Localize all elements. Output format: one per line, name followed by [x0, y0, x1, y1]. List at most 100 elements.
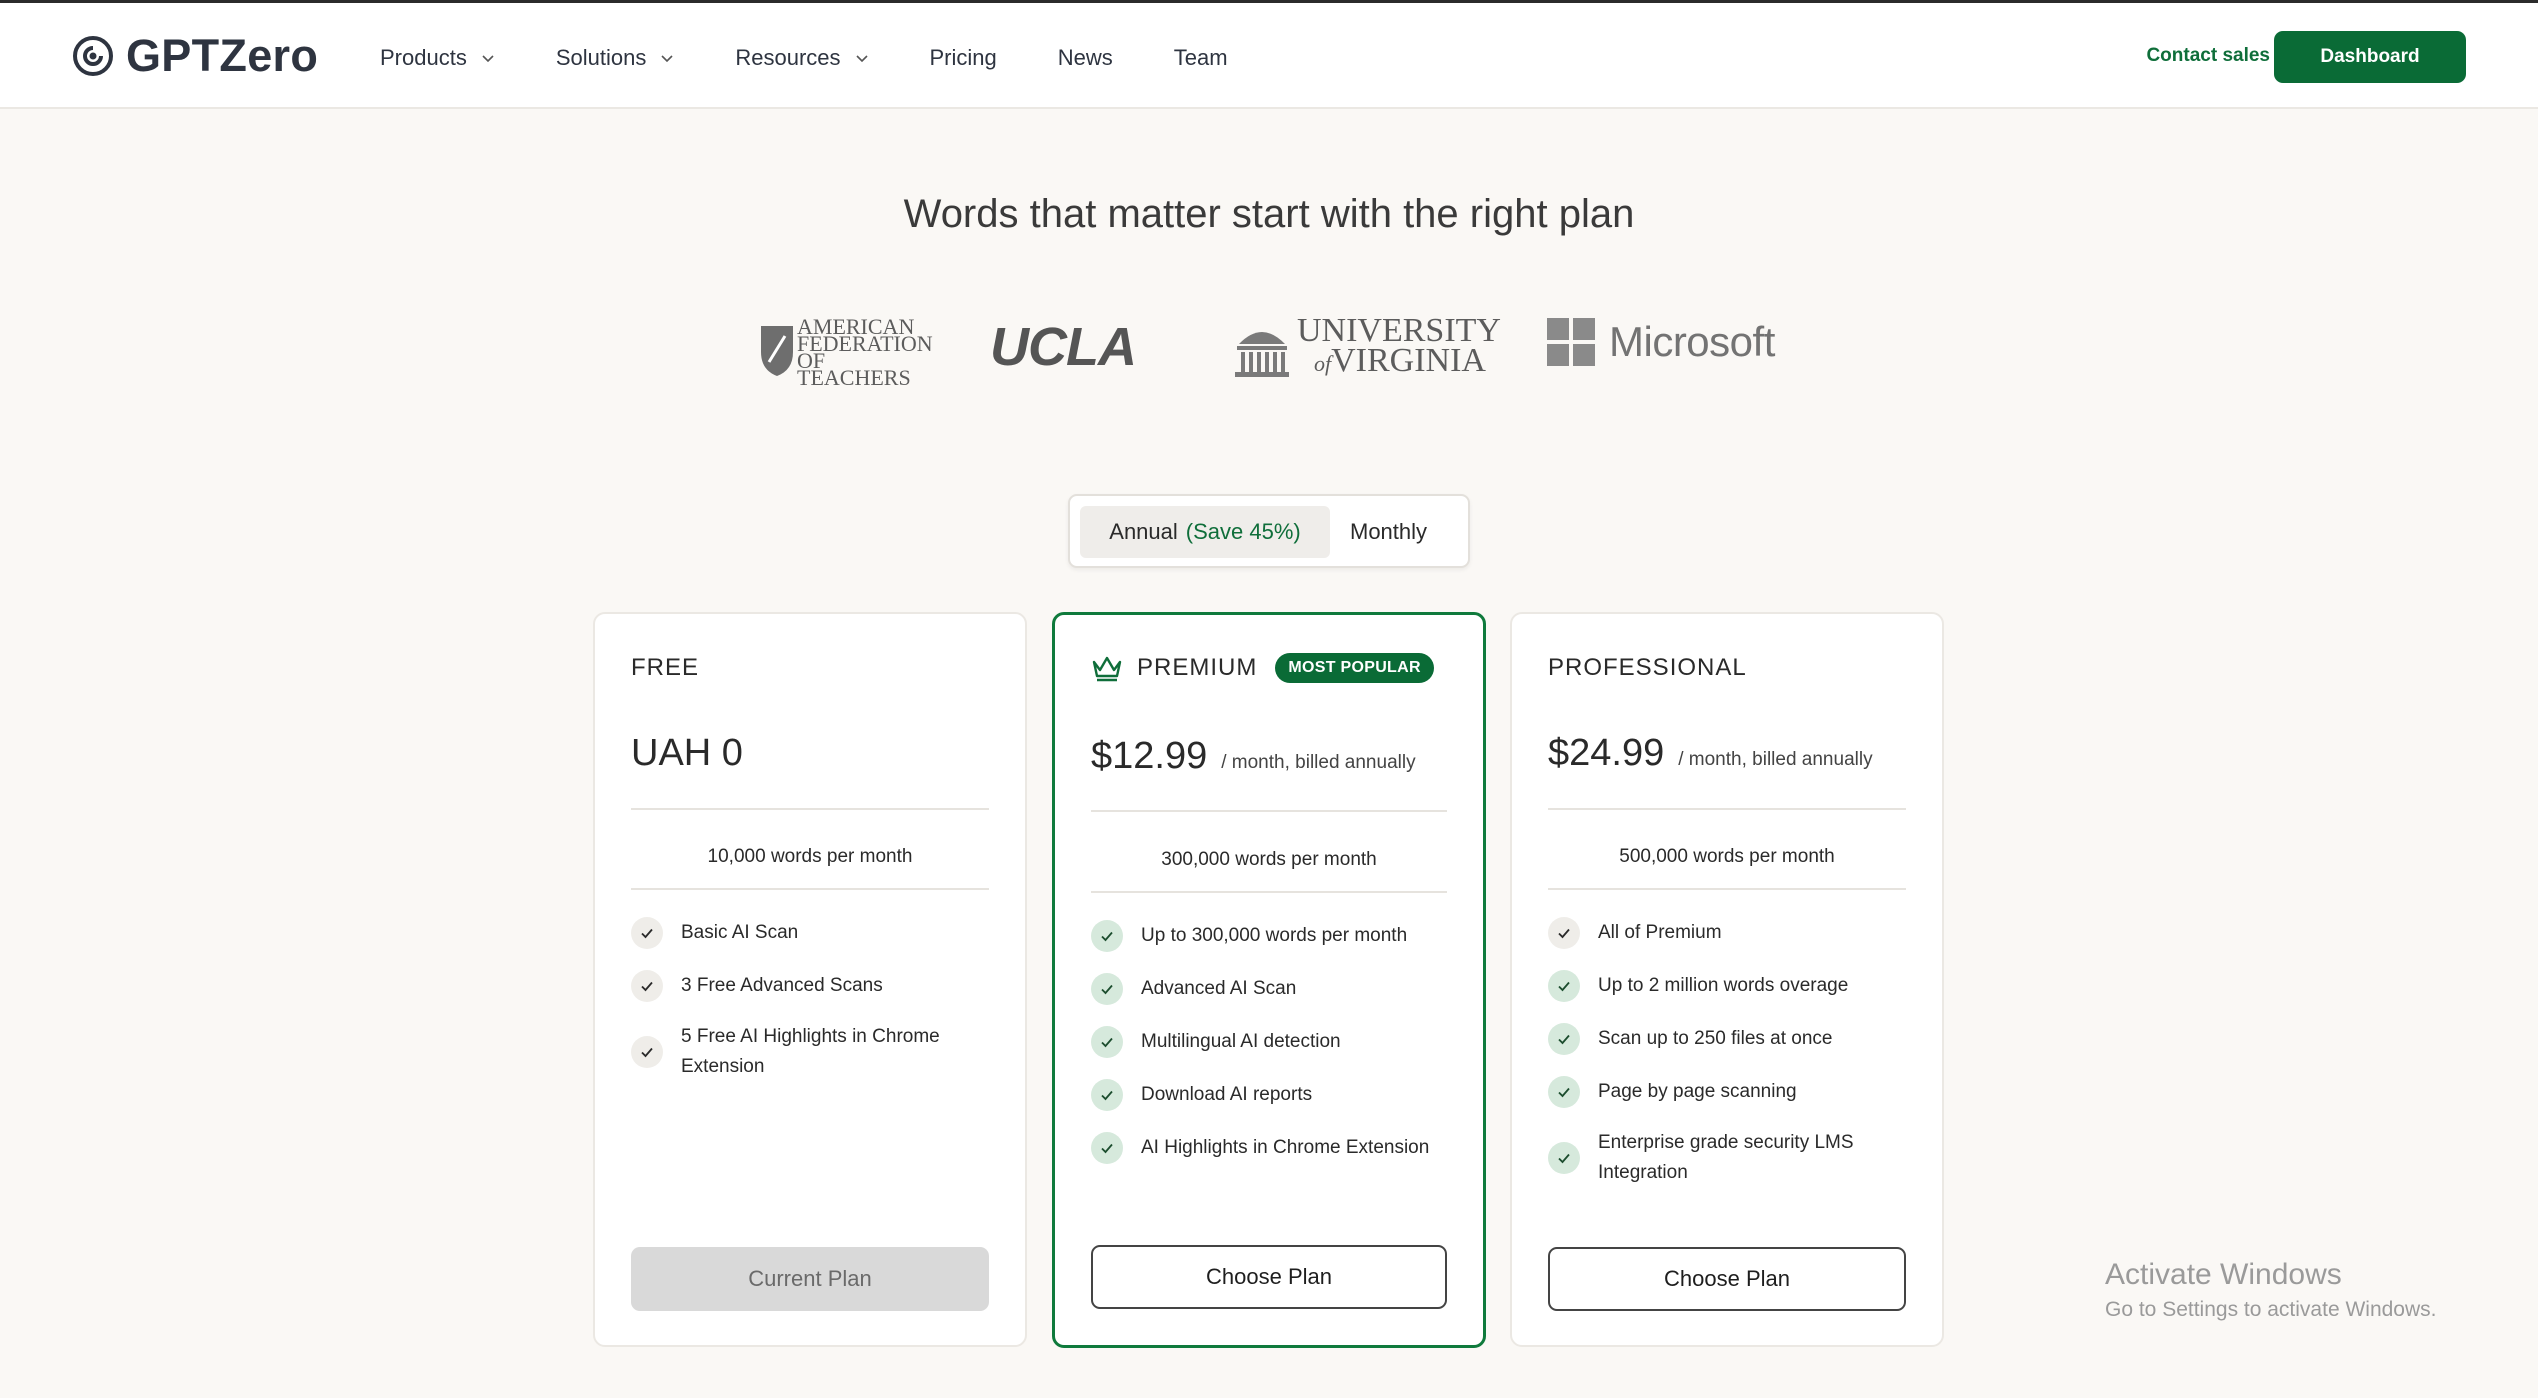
customer-logos: AMERICAN FEDERATION OF TEACHERS UCLA UNIVE…	[755, 310, 1785, 390]
feature-list: All of Premium Up to 2 million words ove…	[1548, 916, 1922, 1207]
billing-annual-option[interactable]: Annual (Save 45%)	[1080, 506, 1330, 558]
check-icon	[1091, 1132, 1123, 1164]
nav-label: Pricing	[929, 45, 997, 70]
feature-item: Up to 2 million words overage	[1548, 969, 1922, 1003]
uva-logo: UNIVERSITY ofVIRGINIA	[1235, 314, 1501, 378]
plan-price: $24.99 / month, billed annually	[1548, 732, 1873, 775]
plan-price: $12.99 / month, billed annually	[1091, 735, 1416, 778]
feature-item: 5 Free AI Highlights in Chrome Extension	[631, 1022, 1005, 1082]
check-icon	[1548, 1076, 1580, 1108]
nav-news[interactable]: News	[1058, 45, 1113, 71]
microsoft-squares-icon	[1547, 318, 1595, 366]
check-icon	[1091, 920, 1123, 952]
feature-text: Download AI reports	[1141, 1084, 1313, 1105]
plan-name: PROFESSIONAL	[1548, 654, 1747, 681]
chevron-down-icon	[855, 55, 868, 63]
nav-team[interactable]: Team	[1174, 45, 1228, 71]
ucla-logo: UCLA	[990, 317, 1137, 377]
feature-text: Up to 2 million words overage	[1598, 975, 1849, 996]
check-icon	[1548, 1023, 1580, 1055]
site-header: GPTZero Products Solutions Resources Pri…	[0, 3, 2538, 109]
divider	[631, 888, 989, 890]
page-title: Words that matter start with the right p…	[903, 192, 1635, 236]
choose-plan-button[interactable]: Choose Plan	[1548, 1247, 1906, 1311]
choose-plan-button[interactable]: Choose Plan	[1091, 1245, 1447, 1309]
nav-products[interactable]: Products	[380, 45, 495, 71]
divider	[631, 808, 989, 810]
price-amount: $24.99	[1548, 732, 1665, 774]
feature-text: Scan up to 250 files at once	[1598, 1028, 1833, 1049]
price-period: / month, billed annually	[1221, 752, 1416, 773]
check-icon	[631, 917, 663, 949]
plan-name: PREMIUM	[1137, 654, 1258, 681]
price-amount: UAH 0	[631, 732, 743, 774]
check-icon	[631, 1036, 663, 1068]
plan-name: FREE	[631, 654, 700, 681]
price-amount: $12.99	[1091, 735, 1208, 777]
feature-item: Scan up to 250 files at once	[1548, 1022, 1922, 1056]
feature-list: Basic AI Scan 3 Free Advanced Scans 5 Fr…	[631, 916, 1005, 1101]
feature-item: Download AI reports	[1091, 1078, 1463, 1112]
feature-text: 5 Free AI Highlights in Chrome Extension	[681, 1026, 940, 1077]
annual-label: Annual	[1109, 519, 1178, 544]
feature-text: Up to 300,000 words per month	[1141, 925, 1408, 946]
price-period: / month, billed annually	[1678, 749, 1873, 770]
check-icon	[631, 970, 663, 1002]
rotunda-icon	[1235, 332, 1289, 377]
check-icon	[1091, 973, 1123, 1005]
divider	[1548, 888, 1906, 890]
feature-item: Advanced AI Scan	[1091, 972, 1463, 1006]
plan-words: 300,000 words per month	[1161, 849, 1377, 870]
feature-text: Enterprise grade security LMS Integratio…	[1598, 1132, 1854, 1183]
feature-item: Multilingual AI detection	[1091, 1025, 1463, 1059]
nav-label: Resources	[735, 45, 841, 70]
nav-label: News	[1057, 45, 1113, 70]
nav-label: Products	[380, 45, 467, 70]
plan-card-free: FREE UAH 0 10,000 words per month Basic …	[593, 612, 1027, 1347]
annual-save-label: (Save 45%)	[1185, 519, 1301, 544]
feature-text: Advanced AI Scan	[1141, 978, 1297, 999]
aft-logo: AMERICAN FEDERATION OF TEACHERS	[755, 316, 933, 389]
brand-logo[interactable]: GPTZero	[72, 30, 319, 81]
nav-pricing[interactable]: Pricing	[930, 45, 997, 71]
contact-sales-link[interactable]: Contact sales	[2146, 45, 2270, 67]
check-icon	[1091, 1026, 1123, 1058]
brand-name: GPTZero	[126, 30, 319, 81]
feature-item: Basic AI Scan	[631, 916, 1005, 950]
feature-item: Page by page scanning	[1548, 1075, 1922, 1109]
feature-item: 3 Free Advanced Scans	[631, 969, 1005, 1003]
billing-monthly-option[interactable]: Monthly	[1350, 506, 1427, 558]
current-plan-button[interactable]: Current Plan	[631, 1247, 989, 1311]
chevron-down-icon	[661, 55, 673, 63]
plan-card-premium: PREMIUM MOST POPULAR $12.99 / month, bil…	[1052, 612, 1486, 1348]
nav-resources[interactable]: Resources	[735, 45, 868, 71]
feature-text: Multilingual AI detection	[1141, 1031, 1341, 1052]
main-nav: Products Solutions Resources Pricing New…	[380, 33, 1289, 83]
feature-list: Up to 300,000 words per month Advanced A…	[1091, 919, 1463, 1184]
plan-card-professional: PROFESSIONAL $24.99 / month, billed annu…	[1510, 612, 1944, 1347]
nav-label: Team	[1173, 45, 1228, 70]
check-icon	[1548, 917, 1580, 949]
nav-solutions[interactable]: Solutions	[556, 45, 675, 71]
divider	[1091, 891, 1447, 893]
plan-words: 500,000 words per month	[1619, 846, 1835, 867]
check-icon	[1091, 1079, 1123, 1111]
windows-activation-watermark: Activate Windows Go to Settings to activ…	[2105, 1258, 2437, 1322]
feature-item: Up to 300,000 words per month	[1091, 919, 1463, 953]
divider	[1548, 808, 1906, 810]
divider	[1091, 810, 1447, 812]
feature-text: Basic AI Scan	[681, 922, 799, 943]
billing-toggle: Annual (Save 45%) Monthly	[1068, 494, 1470, 568]
plan-name-row: PREMIUM MOST POPULAR	[1091, 653, 1434, 683]
microsoft-logo: Microsoft	[1547, 318, 1775, 366]
dashboard-button[interactable]: Dashboard	[2274, 31, 2466, 83]
plan-price: UAH 0	[631, 732, 743, 775]
feature-text: AI Highlights in Chrome Extension	[1141, 1137, 1430, 1158]
feature-text: Page by page scanning	[1598, 1081, 1797, 1102]
chevron-down-icon	[482, 55, 494, 63]
nav-label: Solutions	[555, 45, 647, 70]
watermark-subtitle: Go to Settings to activate Windows.	[2105, 1298, 2437, 1321]
microsoft-wordmark: Microsoft	[1609, 318, 1775, 365]
feature-item: All of Premium	[1548, 916, 1922, 950]
check-icon	[1548, 1142, 1580, 1174]
